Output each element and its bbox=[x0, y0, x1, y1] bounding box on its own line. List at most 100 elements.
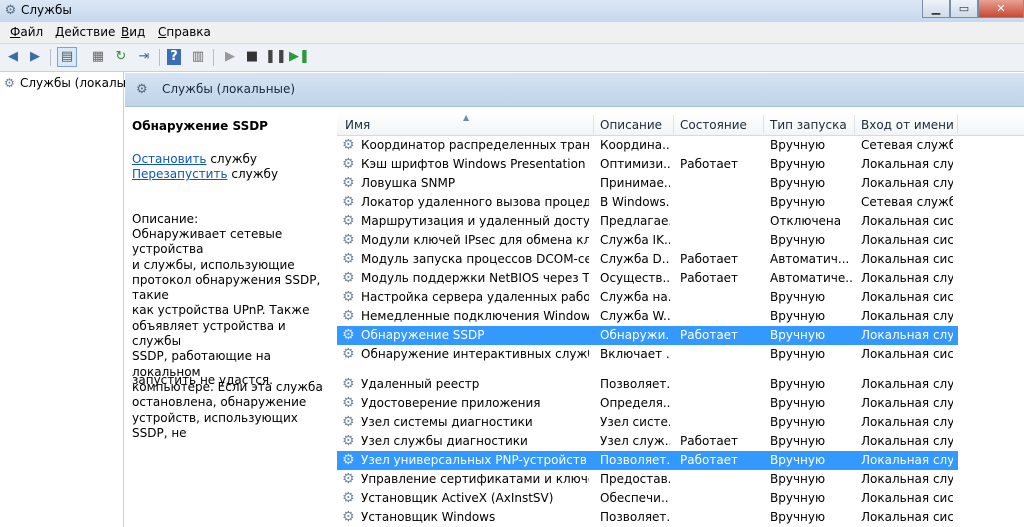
table-row[interactable]: ⚙ Узел универсальных PNP-устройств Позволя… bbox=[337, 451, 1024, 470]
cell-status: Работает bbox=[680, 328, 739, 342]
table-row[interactable]: ⚙ Настройка сервера удаленных рабочих ...… bbox=[337, 288, 1024, 307]
cell-name: Обнаружение SSDP bbox=[361, 328, 485, 342]
cell-startup-type: Вручную bbox=[770, 309, 826, 323]
table-row[interactable]: ⚙ Установщик Windows Позволяет... Вручную Ло… bbox=[337, 508, 1024, 527]
table-row[interactable]: ⚙ Кэш шрифтов Windows Presentation Fo... О… bbox=[337, 155, 1024, 174]
menu-help[interactable]: Справка bbox=[158, 25, 211, 39]
table-row[interactable]: ⚙ Установщик ActiveX (AxInstSV) Обеспечи..… bbox=[337, 489, 1024, 508]
close-button[interactable]: ✕ bbox=[978, 0, 1024, 18]
console-tree-icon[interactable]: ▤ bbox=[57, 47, 77, 67]
cell-name: Узел службы диагностики bbox=[361, 434, 528, 448]
cell-description: Позволяет... bbox=[600, 453, 670, 467]
restart-service-icon[interactable]: ▶❚ bbox=[289, 48, 310, 66]
forward-icon[interactable]: ▶ bbox=[26, 48, 44, 66]
minimize-button[interactable]: ▁ bbox=[922, 0, 950, 18]
properties-icon[interactable]: ▦ bbox=[89, 48, 107, 66]
table-row[interactable]: ⚙ Обнаружение интерактивных служб Включает… bbox=[337, 345, 1024, 364]
cell-logon-as: Локальная слу... bbox=[861, 377, 953, 391]
column-name[interactable]: Имя bbox=[345, 118, 370, 132]
cell-status: Работает bbox=[680, 453, 739, 467]
service-gear-icon: ⚙ bbox=[342, 414, 355, 430]
menu-action[interactable]: Действие bbox=[55, 25, 115, 39]
table-row[interactable]: ⚙ Удостоверение приложения Определя... Вруч… bbox=[337, 394, 1024, 413]
cell-startup-type: Вручную bbox=[770, 396, 826, 410]
maximize-button[interactable]: ▭ bbox=[950, 0, 978, 18]
column-startup-type[interactable]: Тип запуска bbox=[770, 118, 847, 132]
cell-description: Включает ... bbox=[600, 347, 670, 361]
table-row[interactable]: ⚙ Немедленные подключения Windows - ... Сл… bbox=[337, 307, 1024, 326]
tree-item-services-local[interactable]: ⚙ Службы (локалы bbox=[4, 76, 126, 90]
menu-file[interactable]: Файл bbox=[10, 25, 43, 39]
cell-startup-type: Вручную bbox=[770, 233, 826, 247]
console-tree: ⚙ Службы (локалы bbox=[0, 72, 126, 527]
table-row[interactable]: ⚙ Маршрутизация и удаленный доступ Предлаг… bbox=[337, 212, 1024, 231]
cell-startup-type: Вручную bbox=[770, 453, 826, 467]
cell-name: Узел универсальных PNP-устройств bbox=[361, 453, 587, 467]
cell-description: Служба D... bbox=[600, 252, 670, 266]
toolbar-separator bbox=[50, 49, 51, 66]
table-row[interactable]: ⚙ Узел службы диагностики Узел служ... Рабо… bbox=[337, 432, 1024, 451]
table-row[interactable]: ⚙ Удаленный реестр Позволяет... Вручную Лока… bbox=[337, 375, 1024, 394]
cell-startup-type: Вручную bbox=[770, 328, 826, 342]
cell-startup-type: Вручную bbox=[770, 290, 826, 304]
toolbar-separator bbox=[213, 49, 214, 66]
cell-description: Узел служ... bbox=[600, 434, 670, 448]
table-row[interactable]: ⚙ Координатор распределенных транзакц... К… bbox=[337, 136, 1024, 155]
cell-description: Координа... bbox=[600, 138, 670, 152]
cell-description: Предостав... bbox=[600, 472, 670, 486]
refresh-icon[interactable]: ↻ bbox=[112, 48, 130, 66]
service-gear-icon: ⚙ bbox=[342, 270, 355, 286]
service-gear-icon: ⚙ bbox=[342, 452, 355, 468]
cell-description: Обнаружи... bbox=[600, 328, 670, 342]
service-gear-icon: ⚙ bbox=[342, 175, 355, 191]
cell-name: Локатор удаленного вызова процедур ... bbox=[361, 195, 589, 209]
service-gear-icon: ⚙ bbox=[342, 490, 355, 506]
start-service-icon[interactable]: ▶ bbox=[221, 48, 239, 66]
stop-service-icon[interactable]: ■ bbox=[243, 48, 261, 66]
table-row[interactable]: ⚙ Модули ключей IPsec для обмена ключ... С… bbox=[337, 231, 1024, 250]
back-icon[interactable]: ◀ bbox=[4, 48, 22, 66]
cell-name: Ловушка SNMP bbox=[361, 176, 456, 190]
table-row[interactable]: ⚙ Управление сертификатами и ключом ... Пр… bbox=[337, 470, 1024, 489]
table-row[interactable]: ⚙ Модуль поддержки NetBIOS через TCP/IP Ос… bbox=[337, 269, 1024, 288]
cell-name: Модуль поддержки NetBIOS через TCP/IP bbox=[361, 271, 589, 285]
description-line: остановлена, обнаружение bbox=[132, 395, 307, 410]
cell-name: Узел системы диагностики bbox=[361, 415, 533, 429]
cell-logon-as: Локальная слу... bbox=[861, 415, 953, 429]
stop-service-link[interactable]: Остановить bbox=[132, 152, 207, 166]
cell-description: Служба на... bbox=[600, 290, 670, 304]
service-gear-icon: ⚙ bbox=[342, 509, 355, 525]
table-row[interactable]: ⚙ Модуль запуска процессов DCOM-серв... Сл… bbox=[337, 250, 1024, 269]
table-row[interactable]: ⚙ Ловушка SNMP Принимае... Вручную Локальная… bbox=[337, 174, 1024, 193]
table-row[interactable]: ⚙ Обнаружение SSDP Обнаружи... Работает Вруч… bbox=[337, 326, 1024, 345]
service-gear-icon: ⚙ bbox=[342, 395, 355, 411]
cell-status: Работает bbox=[680, 271, 739, 285]
cell-logon-as: Локальная слу... bbox=[861, 176, 953, 190]
cell-logon-as: Локальная сис... bbox=[861, 252, 953, 266]
table-row[interactable]: ⚙ Локатор удаленного вызова процедур ... В… bbox=[337, 193, 1024, 212]
description-tail: запустить не удастся. bbox=[132, 373, 273, 387]
cell-startup-type: Вручную bbox=[770, 434, 826, 448]
cell-startup-type: Вручную bbox=[770, 510, 826, 524]
description-line: как устройства UPnP. Также bbox=[132, 303, 310, 318]
service-gear-icon: ⚙ bbox=[342, 433, 355, 449]
table-row[interactable]: ⚙ Узел системы диагностики Узел систе... Вр… bbox=[337, 413, 1024, 432]
cell-status: Работает bbox=[680, 157, 739, 171]
column-description[interactable]: Описание bbox=[600, 118, 662, 132]
description-line: Обнаруживает сетевые устройства bbox=[132, 227, 283, 257]
pause-service-icon[interactable]: ❚❚ bbox=[265, 48, 287, 66]
services-gear-icon: ⚙ bbox=[136, 82, 148, 97]
service-gear-icon: ⚙ bbox=[342, 194, 355, 210]
restart-service-link[interactable]: Перезапустить bbox=[132, 167, 228, 181]
service-gear-icon: ⚙ bbox=[342, 156, 355, 172]
menu-view[interactable]: Вид bbox=[121, 25, 145, 39]
description-line: объявляет устройства и службы bbox=[132, 318, 286, 349]
action-pane-icon[interactable]: ▥ bbox=[189, 48, 207, 66]
column-logon-as[interactable]: Вход от имени bbox=[861, 118, 954, 132]
help-icon[interactable]: ? bbox=[167, 49, 181, 65]
cell-logon-as: Локальная сис... bbox=[861, 347, 953, 361]
export-icon[interactable]: ⇥ bbox=[135, 48, 153, 66]
column-status[interactable]: Состояние bbox=[680, 118, 747, 132]
service-name: Обнаружение SSDP bbox=[132, 119, 268, 133]
cell-startup-type: Вручную bbox=[770, 472, 826, 486]
